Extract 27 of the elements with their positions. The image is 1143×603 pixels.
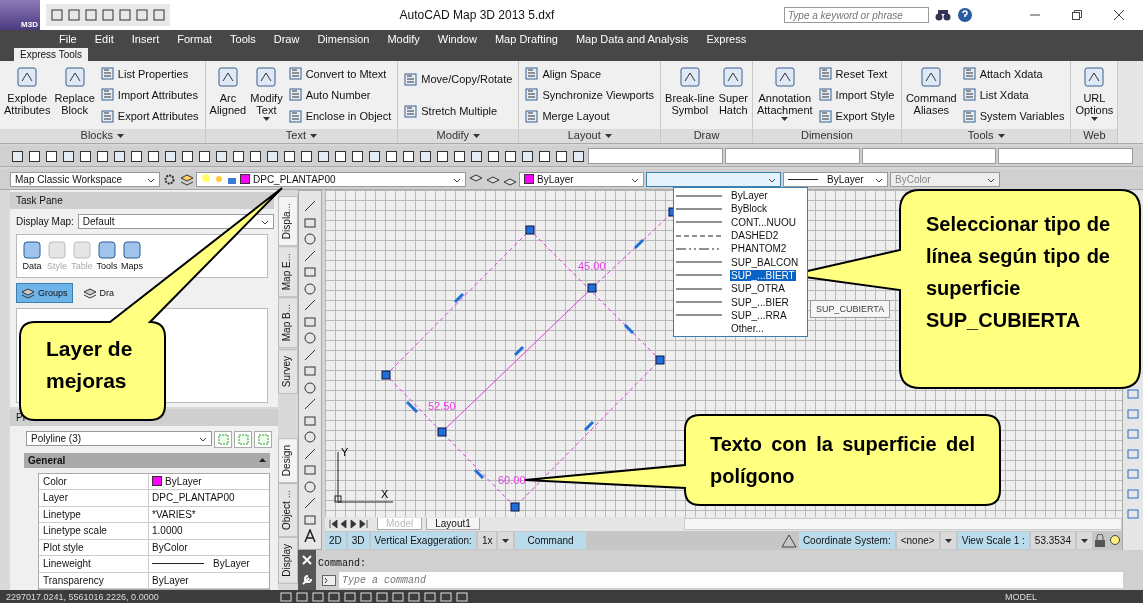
tooltip: SUP_CUBIERTA bbox=[810, 300, 891, 318]
dimension-label: 52.50 bbox=[428, 400, 456, 412]
status-label: View Scale 1 : bbox=[957, 532, 1029, 549]
callout-text: Texto con la superficie del polígono bbox=[710, 432, 975, 489]
field-label: Display Map: bbox=[16, 216, 74, 227]
command-history: Command: bbox=[318, 557, 367, 571]
property-label: Plot style bbox=[39, 539, 149, 555]
status-label: Coordinate System: bbox=[798, 532, 895, 549]
status-label: Vertical Exaggeration: bbox=[370, 532, 476, 549]
property-label: Linetype scale bbox=[39, 523, 149, 539]
property-label: Layer bbox=[39, 490, 149, 506]
window-title: AutoCAD Map 3D 2013 5.dxf bbox=[398, 8, 556, 22]
axis-label: Y bbox=[341, 446, 349, 458]
panel-title: Dimension bbox=[800, 129, 853, 141]
callout-text: Layer de mejoras bbox=[46, 336, 134, 394]
dimension-label: 45.00 bbox=[578, 260, 606, 272]
property-label: Lineweight bbox=[39, 556, 149, 572]
axis-label: X bbox=[381, 488, 389, 500]
coordinates-readout: 2297017.0241, 5561016.2226, 0.0000 bbox=[6, 591, 160, 602]
property-label: Color bbox=[39, 473, 149, 489]
panel-title: Draw bbox=[693, 129, 720, 141]
dimension-label: 60.00 bbox=[498, 474, 526, 486]
pane-title: Task Pane bbox=[10, 192, 274, 209]
panel-title: Web bbox=[1083, 129, 1106, 141]
property-label: Linetype bbox=[39, 506, 149, 522]
callout-text: Seleccionar tipo de línea según tipo de superficie SUP_CUBIERTA bbox=[926, 212, 1110, 333]
property-label: Transparency bbox=[39, 572, 149, 588]
